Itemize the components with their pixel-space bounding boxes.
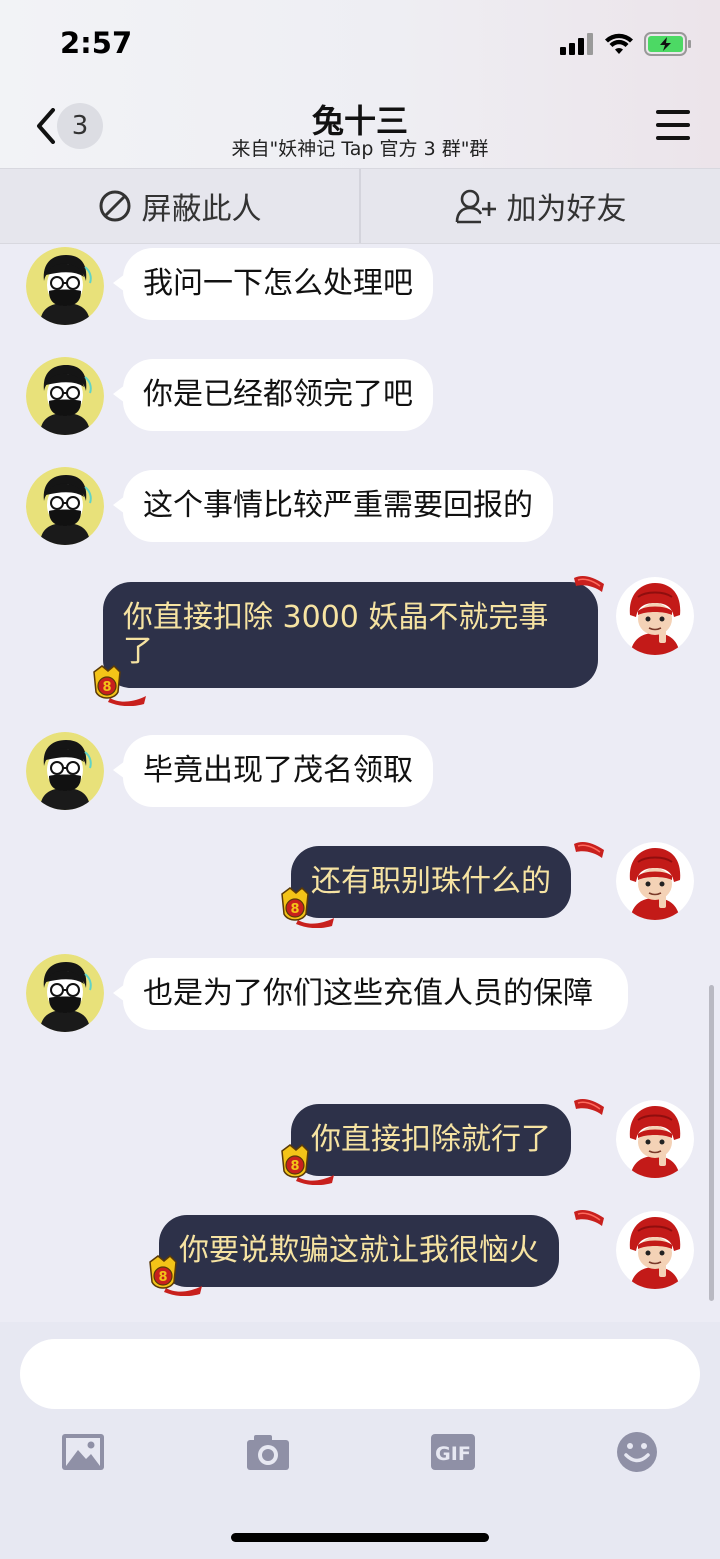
incoming-message[interactable]: 这个事情比较严重需要回报的 — [113, 470, 553, 542]
emoji-button[interactable] — [612, 1428, 662, 1476]
gif-icon: GIF — [431, 1434, 475, 1470]
my-avatar[interactable] — [616, 842, 694, 920]
gif-button[interactable]: GIF — [428, 1428, 478, 1476]
image-icon — [62, 1434, 104, 1470]
level-emblem-icon — [146, 1252, 202, 1296]
block-user-button[interactable]: 屏蔽此人 — [0, 169, 359, 243]
status-icons — [560, 30, 692, 58]
contact-avatar[interactable] — [26, 357, 104, 435]
contact-avatar[interactable] — [26, 732, 104, 810]
contact-avatar[interactable] — [26, 247, 104, 325]
camera-button[interactable] — [243, 1428, 293, 1476]
ribbon-decoration — [572, 574, 606, 596]
ribbon-decoration — [572, 840, 606, 862]
home-indicator[interactable] — [231, 1533, 489, 1542]
contact-avatar[interactable] — [26, 954, 104, 1032]
signal-icon — [560, 33, 593, 55]
incoming-message[interactable]: 你是已经都领完了吧 — [113, 359, 433, 431]
composer: GIF — [0, 1322, 720, 1559]
my-avatar[interactable] — [616, 1100, 694, 1178]
ribbon-decoration — [572, 1208, 606, 1230]
block-icon — [99, 190, 130, 222]
wifi-icon — [605, 33, 633, 54]
svg-text:GIF: GIF — [435, 1443, 471, 1465]
contact-action-bar: 屏蔽此人 加为好友 — [0, 168, 720, 244]
message-list[interactable]: 我问一下怎么处理吧 你是已经都领完了吧 这个事情比较严重需要回报的 你直接扣除 … — [0, 244, 720, 1322]
outgoing-message[interactable]: 你直接扣除 3000 妖晶不就完事了 — [103, 582, 598, 688]
image-button[interactable] — [58, 1428, 108, 1476]
scrollbar[interactable] — [709, 985, 714, 1301]
ribbon-decoration — [572, 1097, 606, 1119]
emoji-icon — [617, 1432, 657, 1472]
contact-avatar[interactable] — [26, 467, 104, 545]
hamburger-icon[interactable] — [656, 110, 690, 140]
battery-icon — [644, 32, 691, 56]
level-emblem-icon — [278, 1141, 334, 1185]
add-friend-label: 加为好友 — [506, 192, 627, 227]
my-avatar[interactable] — [616, 1211, 694, 1289]
camera-icon — [247, 1435, 289, 1470]
incoming-message[interactable]: 也是为了你们这些充值人员的保障 — [113, 958, 628, 1030]
incoming-message[interactable]: 我问一下怎么处理吧 — [113, 248, 433, 320]
status-time: 2:57 — [60, 26, 133, 60]
my-avatar[interactable] — [616, 577, 694, 655]
outgoing-message[interactable]: 你要说欺骗这就让我很恼火 — [159, 1215, 559, 1287]
chat-subtitle: 来自"妖神记 Tap 官方 3 群"群 — [231, 138, 489, 160]
block-user-label: 屏蔽此人 — [141, 192, 262, 227]
level-emblem-icon — [278, 884, 334, 928]
level-emblem-icon — [90, 662, 146, 706]
message-input[interactable] — [20, 1339, 700, 1409]
add-friend-button[interactable]: 加为好友 — [359, 169, 720, 243]
incoming-message[interactable]: 毕竟出现了茂名领取 — [113, 735, 433, 807]
add-user-icon — [455, 189, 496, 224]
top-bar: 2:57 3 兔十三 来自"妖神记 Tap 官方 3 群"群 — [0, 0, 720, 168]
